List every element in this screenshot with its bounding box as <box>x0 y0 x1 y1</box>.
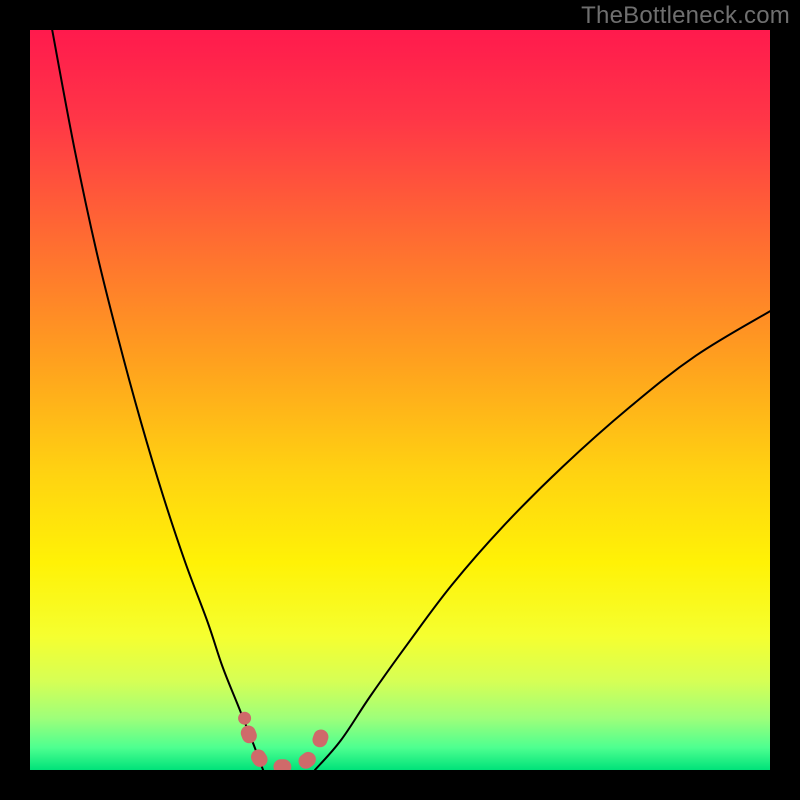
chart-frame: TheBottleneck.com <box>0 0 800 800</box>
valley-dot <box>238 712 251 725</box>
gradient-background <box>30 30 770 770</box>
plot-area <box>30 30 770 770</box>
watermark-text: TheBottleneck.com <box>581 2 790 30</box>
chart-svg <box>30 30 770 770</box>
